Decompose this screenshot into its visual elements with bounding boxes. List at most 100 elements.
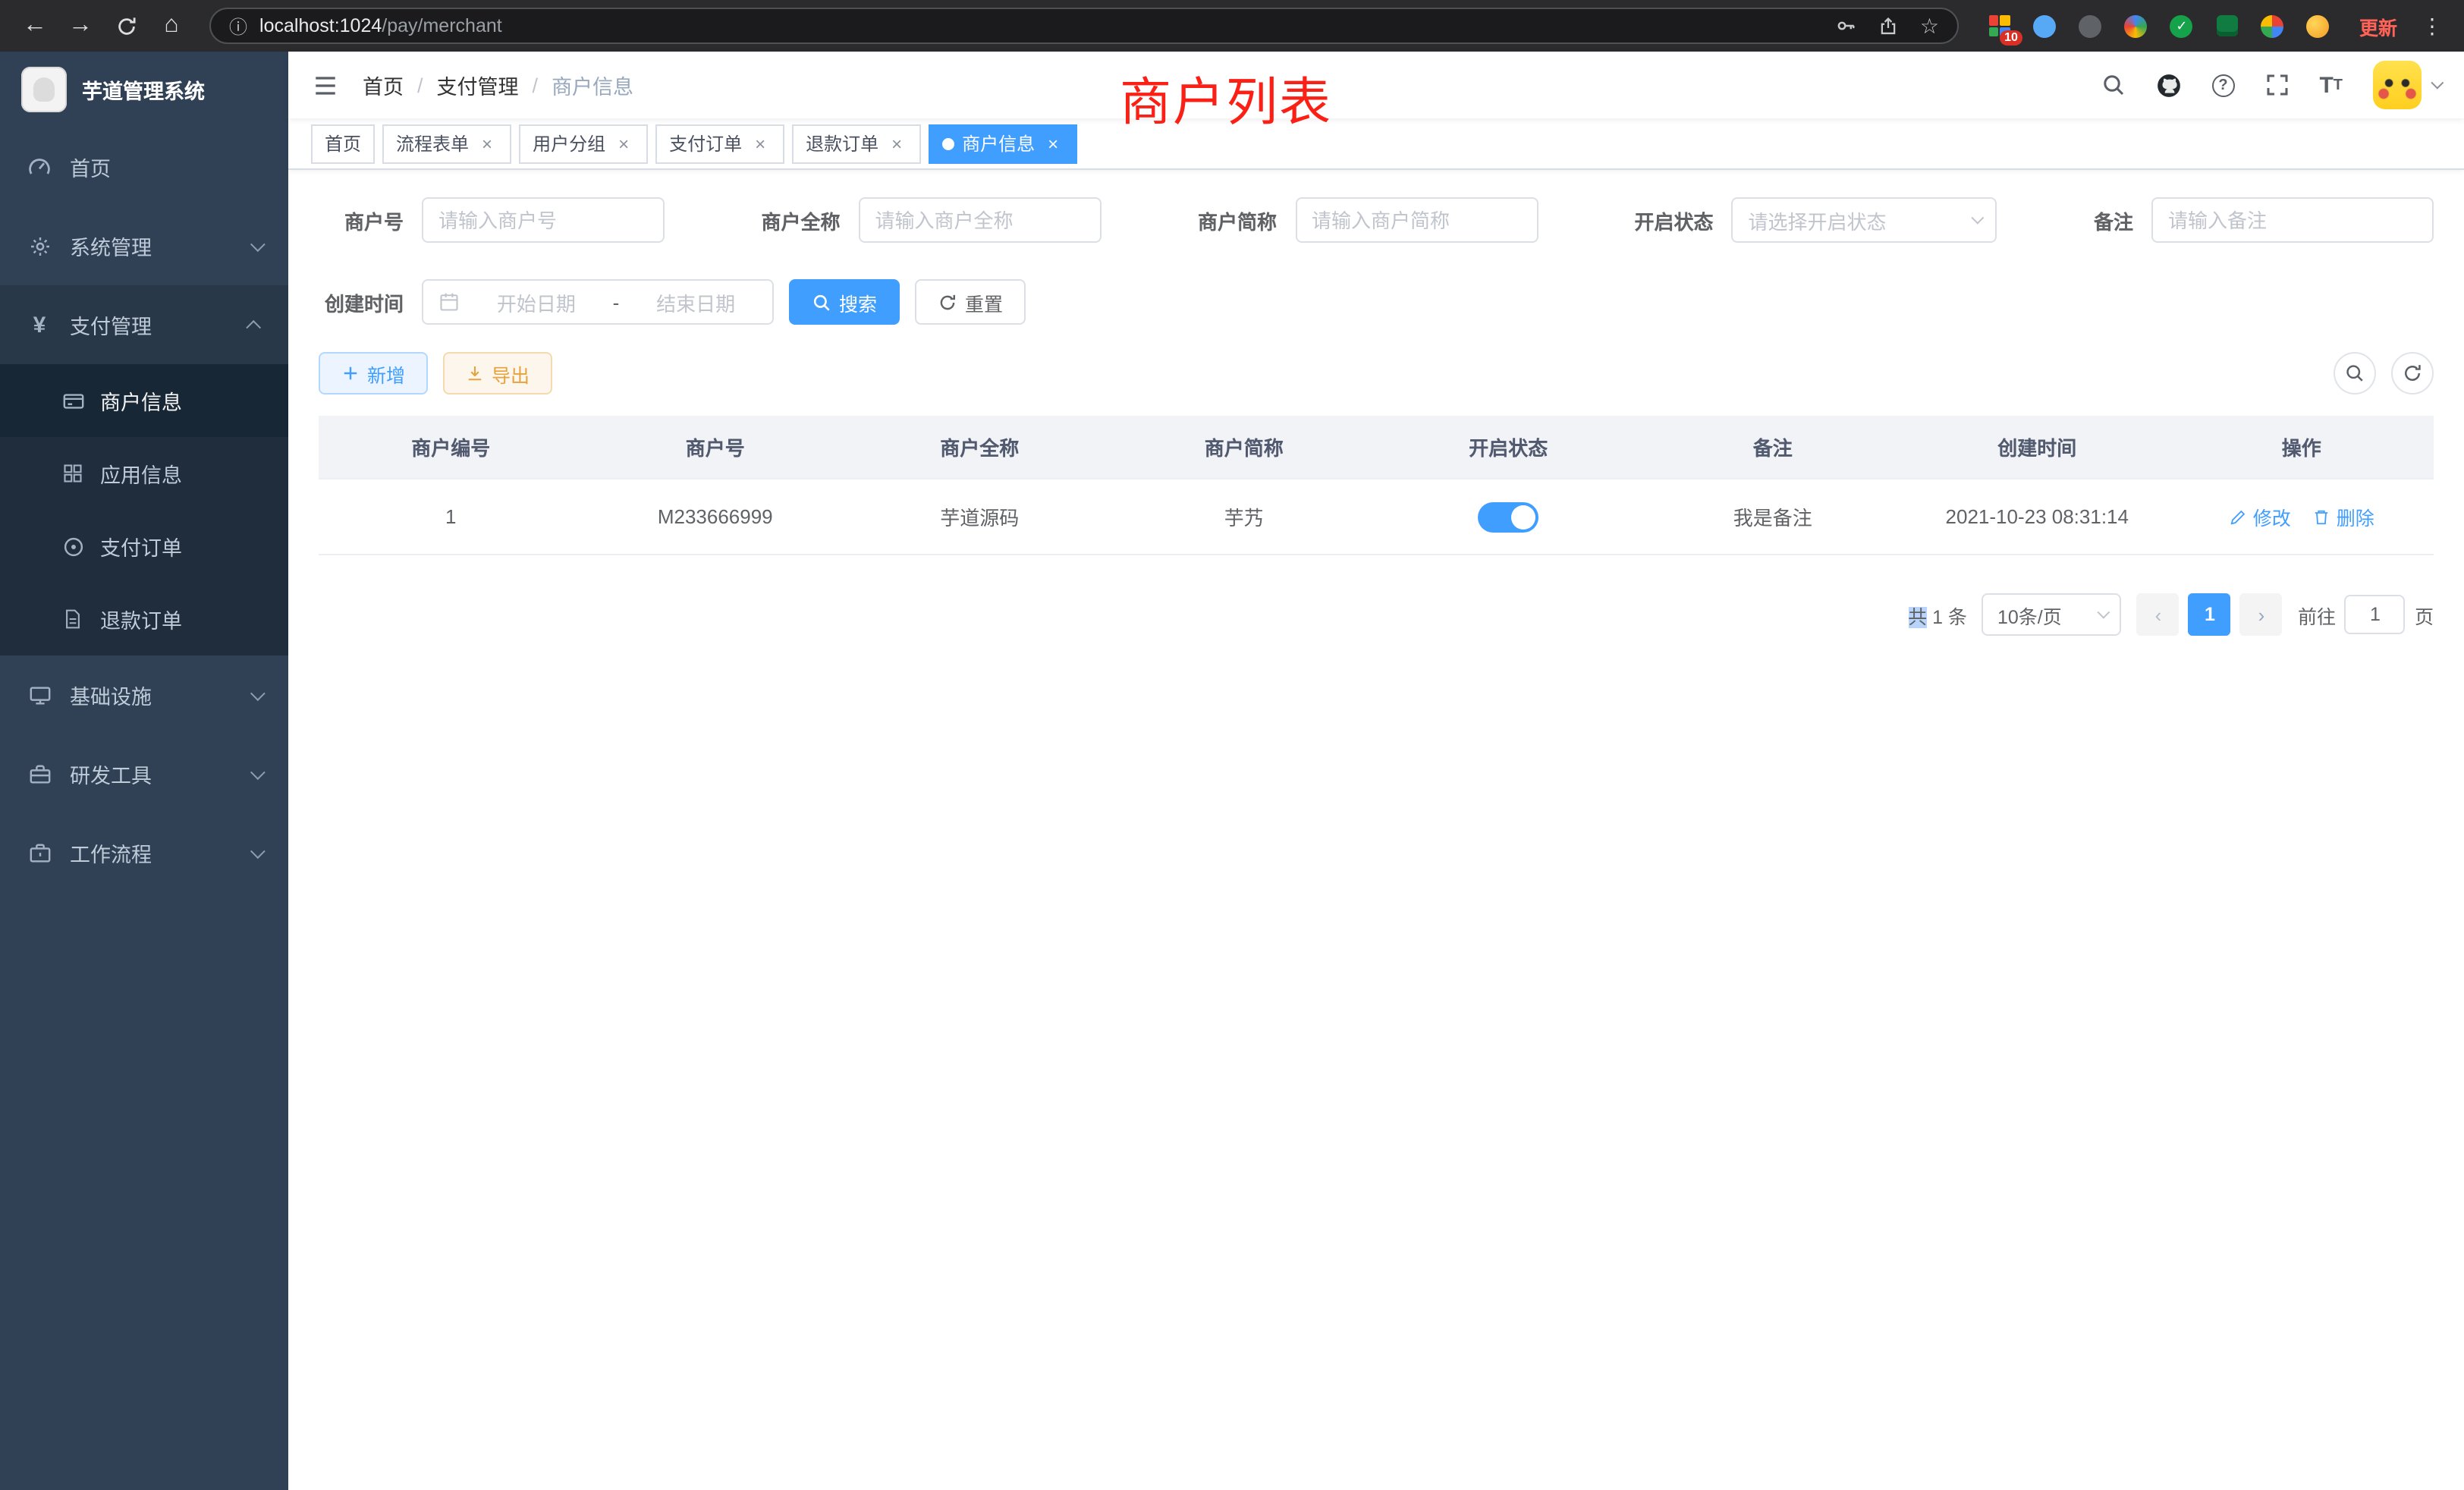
breadcrumb: 首页 / 支付管理 / 商户信息	[363, 70, 633, 100]
date-start-input[interactable]: 开始日期	[475, 288, 598, 316]
status-toggle[interactable]	[1478, 501, 1538, 532]
gear-icon	[27, 234, 52, 258]
table-toolbar: 新增 导出	[319, 352, 2434, 395]
sidebar-item-label: 退款订单	[100, 604, 182, 634]
extension-pinwheel-icon[interactable]	[2259, 12, 2286, 39]
create-time-label: 创建时间	[319, 288, 422, 316]
browser-forward-icon[interactable]: →	[61, 6, 100, 46]
browser-home-icon[interactable]: ⌂	[152, 6, 191, 46]
next-page-button[interactable]: ›	[2240, 593, 2283, 636]
page-size-select[interactable]: 10条/页	[1982, 593, 2122, 636]
pagination-total: 共 1 条	[1908, 600, 1967, 629]
avatar-image	[2373, 61, 2422, 109]
app-title: 芋道管理系统	[82, 74, 205, 105]
site-info-icon[interactable]: ⓘ	[229, 13, 247, 39]
sidebar-item-app-info[interactable]: 应用信息	[0, 437, 288, 510]
sidebar-item-devtools[interactable]: 研发工具	[0, 734, 288, 813]
cell-full-name: 芋道源码	[847, 502, 1112, 531]
fullscreen-icon[interactable]	[2264, 73, 2289, 97]
browser-back-icon[interactable]: ←	[15, 6, 55, 46]
merchant-table: 商户编号 商户号 商户全称 商户简称 开启状态 备注 创建时间 操作 1 M23…	[319, 416, 2434, 555]
sidebar-item-label: 工作流程	[70, 838, 152, 868]
date-end-input[interactable]: 结束日期	[634, 288, 757, 316]
search-button[interactable]: 搜索	[789, 279, 900, 325]
menu-fold-icon[interactable]	[313, 72, 338, 98]
extension-multicolor-icon[interactable]	[2123, 12, 2150, 39]
main-area: 商户列表 首页 / 支付管理 / 商户信息	[288, 52, 2464, 1490]
extension-sheet-icon[interactable]	[2214, 12, 2241, 39]
browser-update-button[interactable]: 更新	[2347, 7, 2409, 45]
tab-process-form[interactable]: 流程表单×	[382, 124, 511, 163]
sidebar-item-home[interactable]: 首页	[0, 127, 288, 206]
merchant-no-input[interactable]	[422, 197, 665, 243]
extension-grid-icon[interactable]: 10	[1986, 12, 2013, 39]
cell-create-time: 2021-10-23 08:31:14	[1905, 505, 2170, 528]
extension-emoji-icon[interactable]	[2305, 12, 2332, 39]
sidebar-item-label: 支付管理	[70, 310, 152, 340]
sidebar-item-infrastructure[interactable]: 基础设施	[0, 655, 288, 734]
close-icon[interactable]: ×	[750, 133, 771, 154]
cell-remark: 我是备注	[1641, 502, 1906, 531]
extension-dark-icon[interactable]	[2077, 12, 2104, 39]
add-button[interactable]: 新增	[319, 352, 428, 395]
sidebar-item-system[interactable]: 系统管理	[0, 206, 288, 285]
browser-refresh-icon[interactable]	[106, 6, 146, 46]
cell-merchant-no: M233666999	[583, 505, 848, 528]
search-icon[interactable]	[2101, 73, 2125, 97]
export-button[interactable]: 导出	[443, 352, 552, 395]
status-select[interactable]: 请选择开启状态	[1732, 197, 1997, 243]
delete-button[interactable]: 删除	[2312, 502, 2374, 531]
user-avatar[interactable]	[2373, 61, 2440, 109]
sidebar-item-label: 商户信息	[100, 385, 182, 416]
sidebar-item-payment[interactable]: ¥ 支付管理	[0, 285, 288, 364]
address-bar[interactable]: ⓘ localhost:1024/pay/merchant ☆	[209, 8, 1959, 44]
github-icon[interactable]	[2155, 72, 2181, 98]
share-icon[interactable]	[1879, 16, 1899, 36]
refresh-table-icon[interactable]	[2391, 352, 2434, 395]
tab-pay-order[interactable]: 支付订单×	[655, 124, 784, 163]
page-1-button[interactable]: 1	[2189, 593, 2231, 636]
breadcrumb-payment[interactable]: 支付管理	[437, 70, 519, 100]
browser-menu-icon[interactable]: ⋮	[2415, 13, 2449, 39]
tab-home[interactable]: 首页	[311, 124, 375, 163]
tab-refund-order[interactable]: 退款订单×	[792, 124, 921, 163]
extension-badge: 10	[2000, 30, 2022, 46]
sidebar-item-label: 首页	[70, 152, 111, 182]
app-logo[interactable]: 芋道管理系统	[0, 52, 288, 127]
bookmark-star-icon[interactable]: ☆	[1920, 13, 1939, 39]
sidebar-item-workflow[interactable]: 工作流程	[0, 813, 288, 892]
toggle-search-icon[interactable]	[2334, 352, 2376, 395]
font-size-icon[interactable]: TT	[2319, 72, 2343, 98]
merchant-shortname-input[interactable]	[1295, 197, 1538, 243]
extension-drop-icon[interactable]	[2032, 12, 2059, 39]
tab-user-group[interactable]: 用户分组×	[519, 124, 648, 163]
edit-button[interactable]: 修改	[2229, 502, 2291, 531]
password-key-icon[interactable]	[1837, 15, 1858, 36]
breadcrumb-home[interactable]: 首页	[363, 70, 404, 100]
goto-input[interactable]	[2345, 595, 2406, 634]
sidebar-item-label: 应用信息	[100, 458, 182, 489]
extension-check-icon[interactable]: ✓	[2168, 12, 2195, 39]
prev-page-button[interactable]: ‹	[2137, 593, 2180, 636]
sidebar-item-merchant-info[interactable]: 商户信息	[0, 364, 288, 437]
table-header-cell: 商户简称	[1112, 432, 1377, 461]
help-icon[interactable]: ?	[2211, 74, 2234, 96]
date-range-picker[interactable]: 开始日期 - 结束日期	[422, 279, 774, 325]
chevron-up-icon	[246, 319, 261, 335]
tags-view: 首页 流程表单× 用户分组× 支付订单× 退款订单× 商户信息×	[288, 118, 2464, 170]
sidebar-item-refund-order[interactable]: 退款订单	[0, 583, 288, 655]
yen-icon: ¥	[27, 313, 52, 337]
merchant-fullname-input[interactable]	[859, 197, 1102, 243]
reset-button[interactable]: 重置	[915, 279, 1026, 325]
close-icon[interactable]: ×	[476, 133, 498, 154]
table-header-cell: 操作	[2170, 432, 2434, 461]
sidebar-item-pay-order[interactable]: 支付订单	[0, 510, 288, 583]
close-icon[interactable]: ×	[1042, 133, 1064, 154]
close-icon[interactable]: ×	[886, 133, 907, 154]
tab-merchant-info[interactable]: 商户信息×	[929, 124, 1077, 163]
remark-input[interactable]	[2151, 197, 2434, 243]
cell-merchant-id: 1	[319, 505, 583, 528]
briefcase-icon	[27, 841, 52, 865]
merchant-no-label: 商户号	[319, 206, 422, 234]
close-icon[interactable]: ×	[613, 133, 634, 154]
